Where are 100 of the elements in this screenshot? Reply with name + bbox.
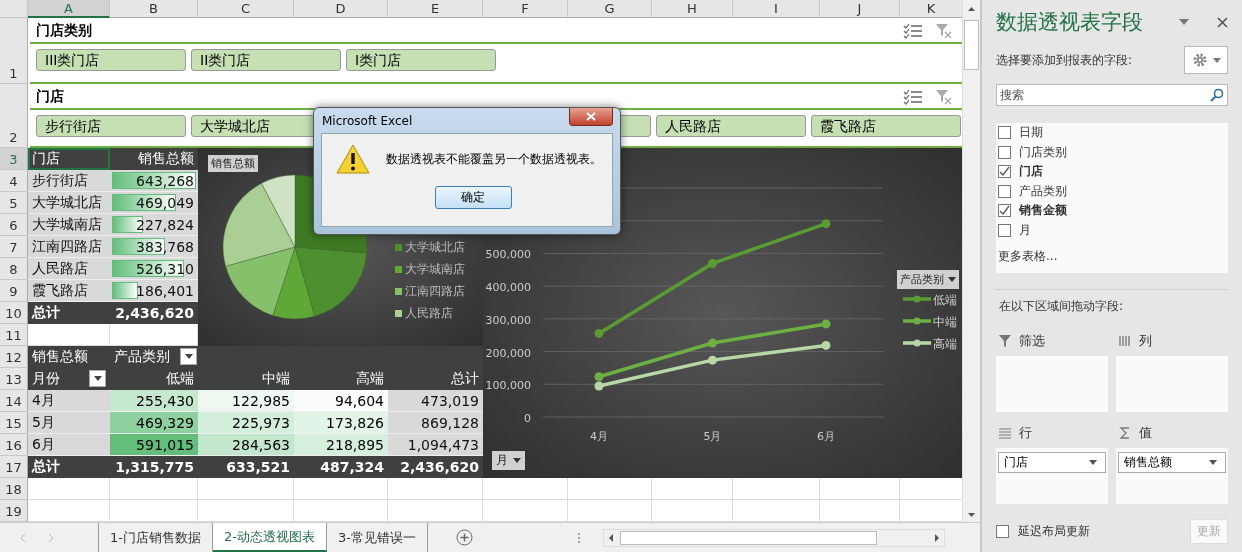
clear-filter-icon[interactable]	[935, 23, 953, 39]
row-header[interactable]: 2	[0, 84, 28, 148]
filter-dropdown-button[interactable]	[89, 370, 106, 387]
horizontal-scrollbar[interactable]	[602, 528, 945, 547]
legend-label: 低端	[933, 293, 957, 307]
field-label[interactable]: 月	[1019, 221, 1031, 239]
column-header[interactable]: H	[652, 0, 733, 18]
search-field[interactable]: 搜索	[996, 84, 1228, 106]
pivot-value-cell: 469,329	[110, 412, 198, 434]
add-sheet-icon[interactable]	[455, 529, 473, 546]
row-header[interactable]: 17	[0, 456, 28, 478]
area-field-dropdown[interactable]: 销售总额	[1118, 452, 1226, 473]
column-header[interactable]: A	[28, 0, 110, 18]
row-header[interactable]: 12	[0, 346, 28, 368]
pivot-total-cell: 869,128	[388, 412, 483, 434]
checkbox[interactable]	[998, 184, 1011, 198]
checkbox[interactable]	[998, 223, 1011, 237]
column-header[interactable]: E	[388, 0, 483, 18]
checkbox[interactable]	[998, 126, 1011, 140]
column-header[interactable]: K	[900, 0, 962, 18]
column-header[interactable]: F	[483, 0, 568, 18]
field-label[interactable]: 日期	[1019, 124, 1043, 142]
axis-tick-label: 500,000	[485, 248, 531, 262]
row-header[interactable]: 13	[0, 368, 28, 390]
drop-area[interactable]: 销售总额	[1116, 448, 1228, 504]
row-header[interactable]: 1	[0, 18, 28, 84]
select-all-corner[interactable]	[0, 0, 28, 18]
slicer-button[interactable]: II类门店	[191, 49, 341, 71]
pivot-value-cell: 122,985	[198, 390, 294, 412]
slicer-button[interactable]: 霞飞路店	[811, 115, 961, 137]
field-label[interactable]: 门店类别	[1019, 143, 1067, 161]
point	[821, 219, 831, 229]
field-button[interactable]: 销售总额	[208, 155, 258, 172]
point	[594, 372, 604, 382]
row-header[interactable]: 14	[0, 390, 28, 412]
sheet-tab[interactable]: 3-常见错误一	[326, 523, 428, 552]
slicer-button[interactable]: I类门店	[346, 49, 496, 71]
tab-left-icon[interactable]	[18, 532, 28, 543]
checkbox[interactable]	[998, 165, 1011, 179]
legend-label: 大学城北店	[405, 239, 465, 256]
multi-select-icon[interactable]	[903, 89, 923, 105]
column-header[interactable]: J	[820, 0, 900, 18]
splitter-icon[interactable]	[576, 531, 581, 544]
pivot-header-cell: 总计	[388, 368, 483, 390]
scroll-thumb[interactable]	[964, 20, 979, 70]
tools-button[interactable]	[1184, 46, 1228, 74]
defer-update-label[interactable]: 延迟布局更新	[1018, 523, 1181, 540]
sheet-tab[interactable]: 2-动态透视图表	[212, 523, 327, 552]
clear-filter-icon[interactable]	[935, 89, 953, 105]
checkbox[interactable]	[996, 525, 1009, 538]
close-button[interactable]	[569, 108, 613, 126]
slicer-title: 门店	[36, 88, 65, 106]
row-header[interactable]: 15	[0, 412, 28, 434]
pivot-header-cell: 中端	[198, 368, 294, 390]
close-icon[interactable]	[1217, 16, 1228, 28]
row-header[interactable]: 7	[0, 236, 28, 258]
rows-icon	[999, 427, 1011, 439]
row-header[interactable]: 11	[0, 324, 28, 346]
row-header[interactable]: 18	[0, 478, 28, 500]
point	[708, 258, 717, 268]
slicer-button[interactable]: 步行街店	[36, 115, 186, 137]
axis-tick-label: 400,000	[485, 281, 531, 295]
vertical-scrollbar[interactable]	[962, 0, 980, 522]
row-header[interactable]: 10	[0, 302, 28, 324]
row-header[interactable]: 16	[0, 434, 28, 456]
column-header[interactable]: C	[198, 0, 294, 18]
row-header[interactable]: 3	[0, 148, 28, 170]
axis-field-button[interactable]: 月	[492, 451, 525, 470]
row-header[interactable]: 5	[0, 192, 28, 214]
pivot-value-cell: 173,826	[294, 412, 388, 434]
row-header[interactable]: 6	[0, 214, 28, 236]
column-header[interactable]: G	[568, 0, 652, 18]
field-label[interactable]: 产品类别	[1019, 182, 1067, 200]
column-header[interactable]: I	[733, 0, 820, 18]
slicer-button[interactable]: 人民路店	[656, 115, 806, 137]
filter-dropdown-button[interactable]	[180, 348, 197, 365]
slicer-button[interactable]: III类门店	[36, 49, 186, 71]
ok-button[interactable]: 确定	[434, 186, 512, 209]
caret-icon	[1212, 57, 1221, 63]
column-header[interactable]: D	[294, 0, 388, 18]
multi-select-icon[interactable]	[903, 23, 923, 39]
field-label[interactable]: 门店	[1019, 163, 1043, 181]
checkbox[interactable]	[998, 204, 1011, 218]
field-label[interactable]: 销售金额	[1019, 202, 1067, 220]
row-header[interactable]: 19	[0, 500, 28, 522]
drop-area[interactable]: 门店	[996, 448, 1108, 504]
scroll-thumb[interactable]	[619, 530, 877, 545]
row-header[interactable]: 9	[0, 280, 28, 302]
area-field-dropdown[interactable]: 门店	[998, 452, 1106, 473]
more-tables-link[interactable]: 更多表格...	[998, 248, 1226, 265]
pane-options-caret-icon[interactable]	[1179, 19, 1189, 25]
sheet-tab[interactable]: 1-门店销售数据	[99, 523, 213, 552]
column-header[interactable]: B	[110, 0, 198, 18]
checkbox[interactable]	[998, 145, 1011, 159]
row-header[interactable]: 4	[0, 170, 28, 192]
tab-right-icon[interactable]	[46, 532, 56, 543]
legend-field-button[interactable]: 产品类别	[897, 270, 959, 289]
row-header[interactable]: 8	[0, 258, 28, 280]
legend-swatch	[903, 295, 931, 303]
search-icon	[1210, 88, 1224, 102]
